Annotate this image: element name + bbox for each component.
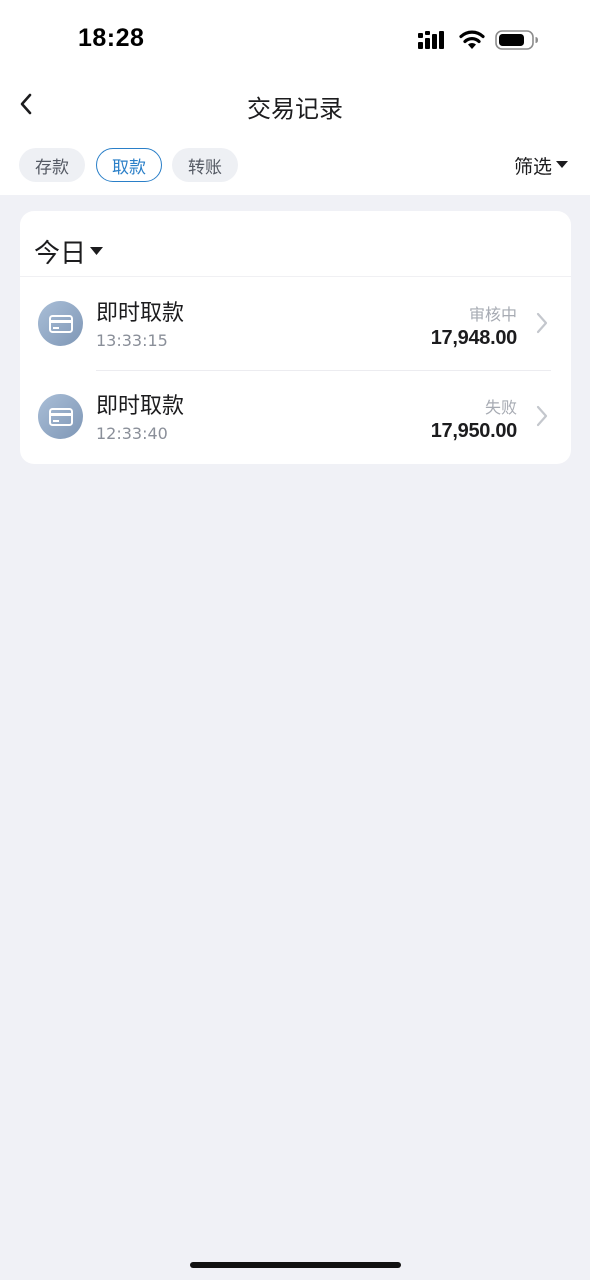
- transaction-title: 即时取款: [96, 301, 185, 326]
- card-header: 今日: [20, 211, 571, 277]
- date-filter-button[interactable]: 今日: [34, 233, 104, 270]
- caret-down-icon: [556, 161, 568, 168]
- status-time: 18:28: [78, 24, 145, 52]
- card-icon: [38, 301, 83, 346]
- filter-label: 筛选: [513, 155, 552, 178]
- transactions-card: 今日 即时取款 13:33:15 审核中 17,948.00 即时取款 12:3…: [20, 211, 571, 464]
- transaction-title: 即时取款: [96, 394, 185, 419]
- nav-bar: 交易记录: [0, 80, 590, 130]
- status-bar: 18:28: [0, 0, 590, 80]
- transaction-time: 12:33:40: [96, 424, 168, 443]
- page-title: 交易记录: [247, 95, 343, 123]
- tab-withdraw[interactable]: 取款: [96, 148, 162, 182]
- signal-icon: [418, 31, 444, 49]
- header-area: 18:28 交易记录 存款 取款 转账 筛选: [0, 0, 590, 195]
- transaction-row[interactable]: 即时取款 13:33:15 审核中 17,948.00: [20, 277, 571, 371]
- chevron-right-icon: [536, 405, 548, 427]
- tab-transfer[interactable]: 转账: [172, 148, 238, 182]
- filter-button[interactable]: 筛选: [514, 150, 568, 180]
- chevron-right-icon: [536, 312, 548, 334]
- type-tabs: 存款 取款 转账 筛选: [0, 148, 590, 182]
- transaction-time: 13:33:15: [96, 331, 168, 350]
- home-indicator: [190, 1262, 401, 1268]
- transaction-status: 失败: [484, 398, 517, 417]
- date-filter-label: 今日: [34, 239, 87, 269]
- card-icon: [38, 394, 83, 439]
- transaction-amount: 17,950.00: [430, 420, 518, 442]
- tab-deposit[interactable]: 存款: [19, 148, 85, 182]
- transaction-status: 审核中: [468, 305, 517, 324]
- wifi-icon: [459, 30, 485, 49]
- battery-icon: [495, 30, 538, 50]
- caret-down-icon: [90, 247, 104, 255]
- transaction-row[interactable]: 即时取款 12:33:40 失败 17,950.00: [20, 370, 571, 463]
- transaction-amount: 17,948.00: [430, 327, 518, 349]
